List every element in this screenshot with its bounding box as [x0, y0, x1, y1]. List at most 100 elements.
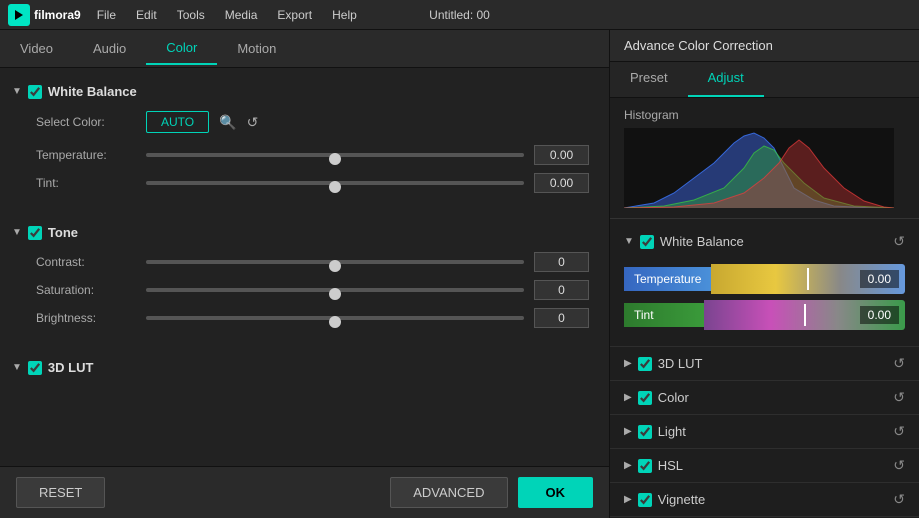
section-white-balance: ▼ White Balance Select Color: AUTO 🔍 ↺ T…	[0, 78, 609, 211]
3d-lut-checkbox[interactable]	[28, 361, 42, 375]
tint-bar-label: Tint	[624, 303, 704, 327]
left-panel: Video Audio Color Motion ▼ White Balance…	[0, 30, 610, 518]
contrast-track	[146, 260, 524, 264]
chevron-down-icon: ▼	[12, 86, 22, 97]
right-vignette-checkbox[interactable]	[638, 493, 652, 507]
brightness-label: Brightness:	[36, 311, 136, 325]
select-color-row: Select Color: AUTO 🔍 ↺	[36, 111, 589, 133]
temperature-track	[146, 153, 524, 157]
temperature-label: Temperature:	[36, 148, 136, 162]
brightness-value[interactable]	[534, 308, 589, 328]
contrast-slider[interactable]	[146, 260, 524, 264]
temperature-divider	[807, 268, 809, 290]
tab-preset[interactable]: Preset	[610, 62, 688, 97]
reset-color-icon[interactable]: ↺	[247, 114, 259, 131]
right-section-light-header[interactable]: ▶ Light ↺	[610, 415, 919, 448]
menu-export[interactable]: Export	[273, 6, 316, 24]
wb-sliders: Temperature 0.00 Tint 0.00	[610, 258, 919, 346]
right-section-3d-lut: ▶ 3D LUT ↺	[610, 347, 919, 381]
tint-bar[interactable]: 0.00	[704, 300, 905, 330]
eyedropper-icon[interactable]: 🔍	[219, 114, 236, 131]
app-logo: filmora9	[8, 4, 81, 26]
right-section-vignette-header[interactable]: ▶ Vignette ↺	[610, 483, 919, 516]
temperature-bar-row: Temperature 0.00	[624, 264, 905, 294]
section-tone-header[interactable]: ▼ Tone	[0, 219, 609, 246]
menu-edit[interactable]: Edit	[132, 6, 161, 24]
tone-checkbox[interactable]	[28, 226, 42, 240]
menu-media[interactable]: Media	[221, 6, 262, 24]
histogram-label: Histogram	[624, 108, 905, 122]
chevron-right-icon-3dlut: ▼	[12, 362, 22, 373]
left-tabs: Video Audio Color Motion	[0, 30, 609, 68]
white-balance-title: White Balance	[48, 84, 137, 99]
reset-3dlut-icon[interactable]: ↺	[893, 355, 905, 372]
auto-button[interactable]: AUTO	[146, 111, 209, 133]
bottom-bar: RESET ADVANCED OK	[0, 466, 609, 518]
saturation-slider[interactable]	[146, 288, 524, 292]
right-vignette-title: Vignette	[658, 492, 888, 507]
section-3d-lut-header[interactable]: ▼ 3D LUT	[0, 354, 609, 381]
contrast-slider-row: Contrast:	[36, 252, 589, 272]
temperature-value[interactable]	[534, 145, 589, 165]
menu-bar: filmora9 File Edit Tools Media Export He…	[0, 0, 919, 30]
chevron-right-icon-color-right: ▶	[624, 392, 632, 403]
temperature-bar[interactable]: 0.00	[711, 264, 905, 294]
right-section-vignette: ▶ Vignette ↺	[610, 483, 919, 517]
temperature-slider[interactable]	[146, 153, 524, 157]
histogram-canvas	[624, 128, 894, 208]
ok-button[interactable]: OK	[518, 477, 594, 508]
menu-help[interactable]: Help	[328, 6, 361, 24]
tint-value[interactable]	[534, 173, 589, 193]
right-hsl-checkbox[interactable]	[638, 459, 652, 473]
right-panel-title: Advance Color Correction	[610, 30, 919, 62]
right-panel: Advance Color Correction Preset Adjust H…	[610, 30, 919, 518]
section-tone: ▼ Tone Contrast: Saturation:	[0, 219, 609, 346]
saturation-label: Saturation:	[36, 283, 136, 297]
reset-color-right-icon[interactable]: ↺	[893, 389, 905, 406]
chevron-down-icon-wb-right: ▼	[624, 236, 634, 247]
tab-motion[interactable]: Motion	[217, 33, 296, 64]
brightness-slider-row: Brightness:	[36, 308, 589, 328]
advanced-button[interactable]: ADVANCED	[390, 477, 507, 508]
temperature-bar-value: 0.00	[860, 270, 899, 288]
tint-slider[interactable]	[146, 181, 524, 185]
right-section-color-header[interactable]: ▶ Color ↺	[610, 381, 919, 414]
histogram-section: Histogram	[610, 98, 919, 219]
right-scroll: ▼ White Balance ↺ Temperature 0.00	[610, 219, 919, 518]
right-section-hsl-header[interactable]: ▶ HSL ↺	[610, 449, 919, 482]
tab-video[interactable]: Video	[0, 33, 73, 64]
reset-wb-icon[interactable]: ↺	[893, 233, 905, 250]
brightness-slider[interactable]	[146, 316, 524, 320]
white-balance-checkbox[interactable]	[28, 85, 42, 99]
tint-divider	[804, 304, 806, 326]
right-section-white-balance: ▼ White Balance ↺ Temperature 0.00	[610, 225, 919, 347]
tab-color[interactable]: Color	[146, 32, 217, 65]
left-scroll-area: ▼ White Balance Select Color: AUTO 🔍 ↺ T…	[0, 68, 609, 466]
right-section-color: ▶ Color ↺	[610, 381, 919, 415]
right-section-light: ▶ Light ↺	[610, 415, 919, 449]
chevron-right-icon-light-right: ▶	[624, 426, 632, 437]
reset-light-icon[interactable]: ↺	[893, 423, 905, 440]
reset-button[interactable]: RESET	[16, 477, 105, 508]
right-wb-checkbox[interactable]	[640, 235, 654, 249]
right-section-white-balance-header[interactable]: ▼ White Balance ↺	[610, 225, 919, 258]
contrast-value[interactable]	[534, 252, 589, 272]
right-3dlut-title: 3D LUT	[658, 356, 888, 371]
select-color-label: Select Color:	[36, 115, 136, 129]
right-light-checkbox[interactable]	[638, 425, 652, 439]
tab-adjust[interactable]: Adjust	[688, 62, 764, 97]
temperature-bar-label: Temperature	[624, 267, 711, 291]
menu-file[interactable]: File	[93, 6, 120, 24]
saturation-value[interactable]	[534, 280, 589, 300]
right-color-checkbox[interactable]	[638, 391, 652, 405]
tab-audio[interactable]: Audio	[73, 33, 146, 64]
right-section-3d-lut-header[interactable]: ▶ 3D LUT ↺	[610, 347, 919, 380]
section-white-balance-header[interactable]: ▼ White Balance	[0, 78, 609, 105]
white-balance-content: Select Color: AUTO 🔍 ↺ Temperature:	[0, 105, 609, 211]
chevron-right-icon-3dlut-right: ▶	[624, 358, 632, 369]
menu-tools[interactable]: Tools	[173, 6, 209, 24]
right-hsl-title: HSL	[658, 458, 888, 473]
reset-vignette-icon[interactable]: ↺	[893, 491, 905, 508]
reset-hsl-icon[interactable]: ↺	[893, 457, 905, 474]
right-3dlut-checkbox[interactable]	[638, 357, 652, 371]
